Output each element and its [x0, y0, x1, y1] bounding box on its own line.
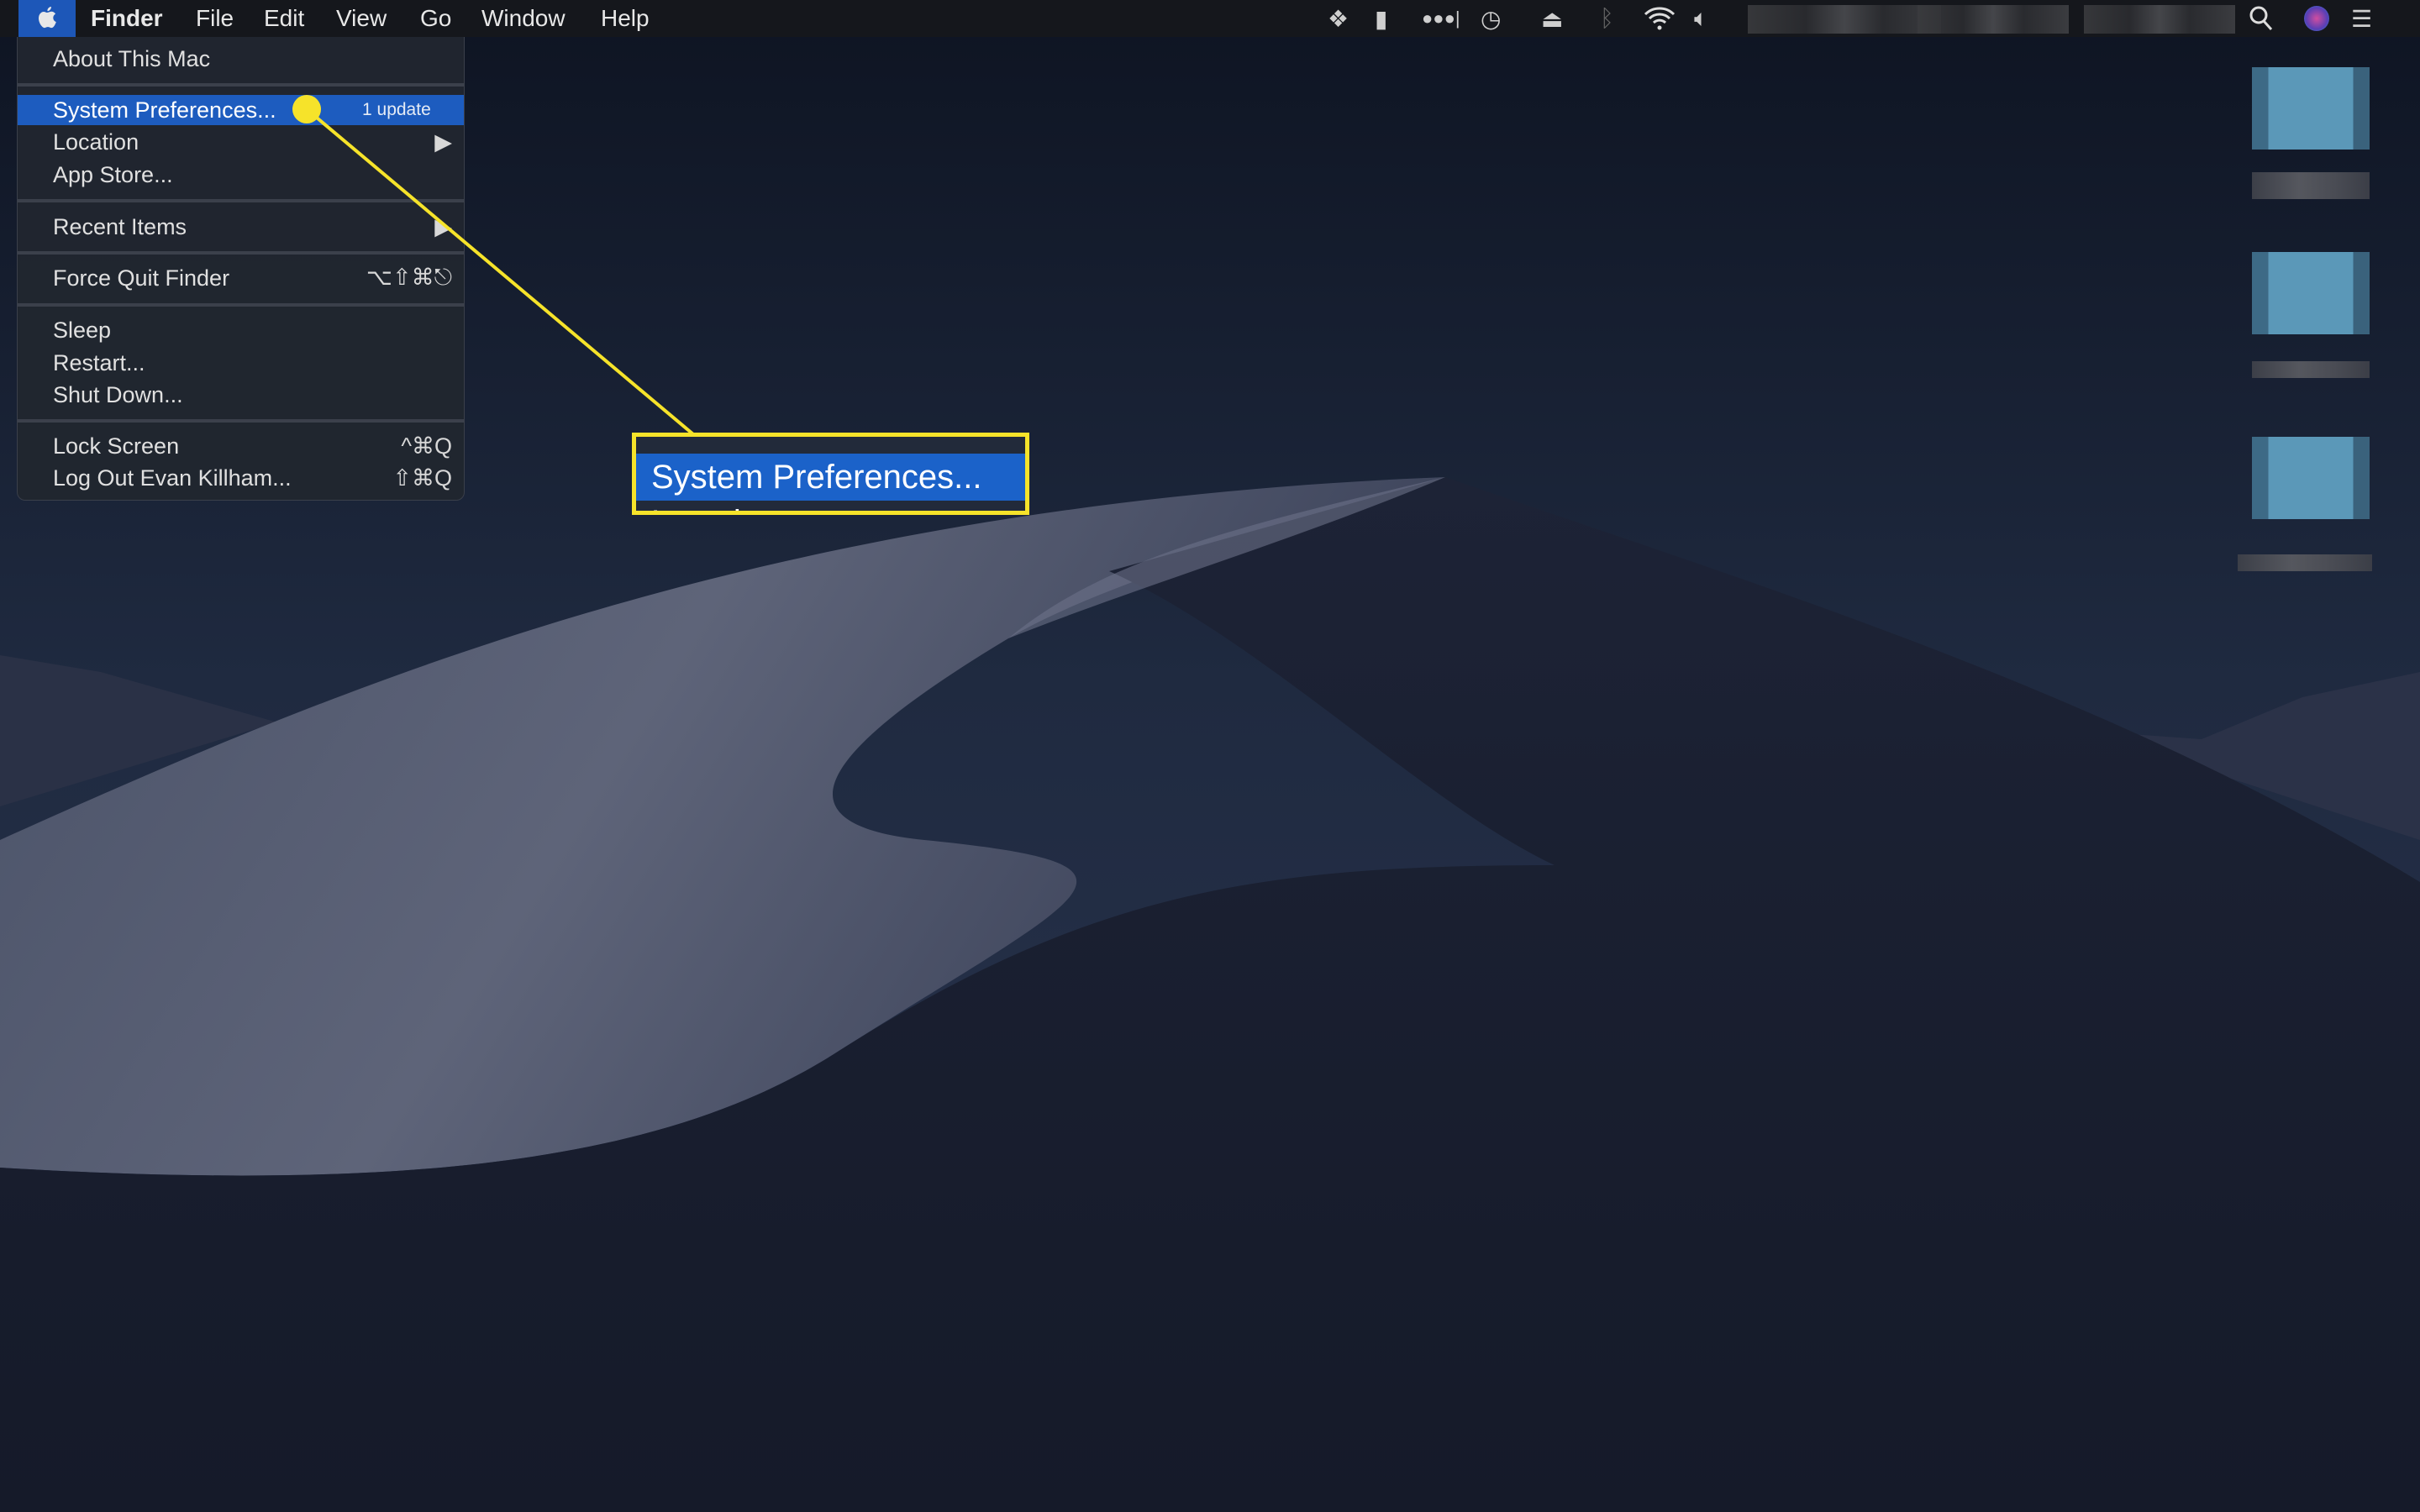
callout-peek-text: Location [651, 504, 778, 511]
desktop-item-label-redacted [2252, 361, 2370, 378]
desktop-item-label-redacted [2252, 172, 2370, 199]
annotation-callout: System Preferences... Location [632, 433, 1029, 515]
annotation-line [305, 108, 695, 436]
desktop-folder-icon[interactable] [2252, 67, 2370, 150]
callout-label: System Preferences... [636, 454, 1025, 501]
desktop-folder-icon[interactable] [2252, 252, 2370, 334]
annotation-dot [292, 95, 321, 123]
desktop-folder-icon[interactable] [2252, 437, 2370, 519]
desktop-item-label-redacted [2238, 554, 2372, 571]
